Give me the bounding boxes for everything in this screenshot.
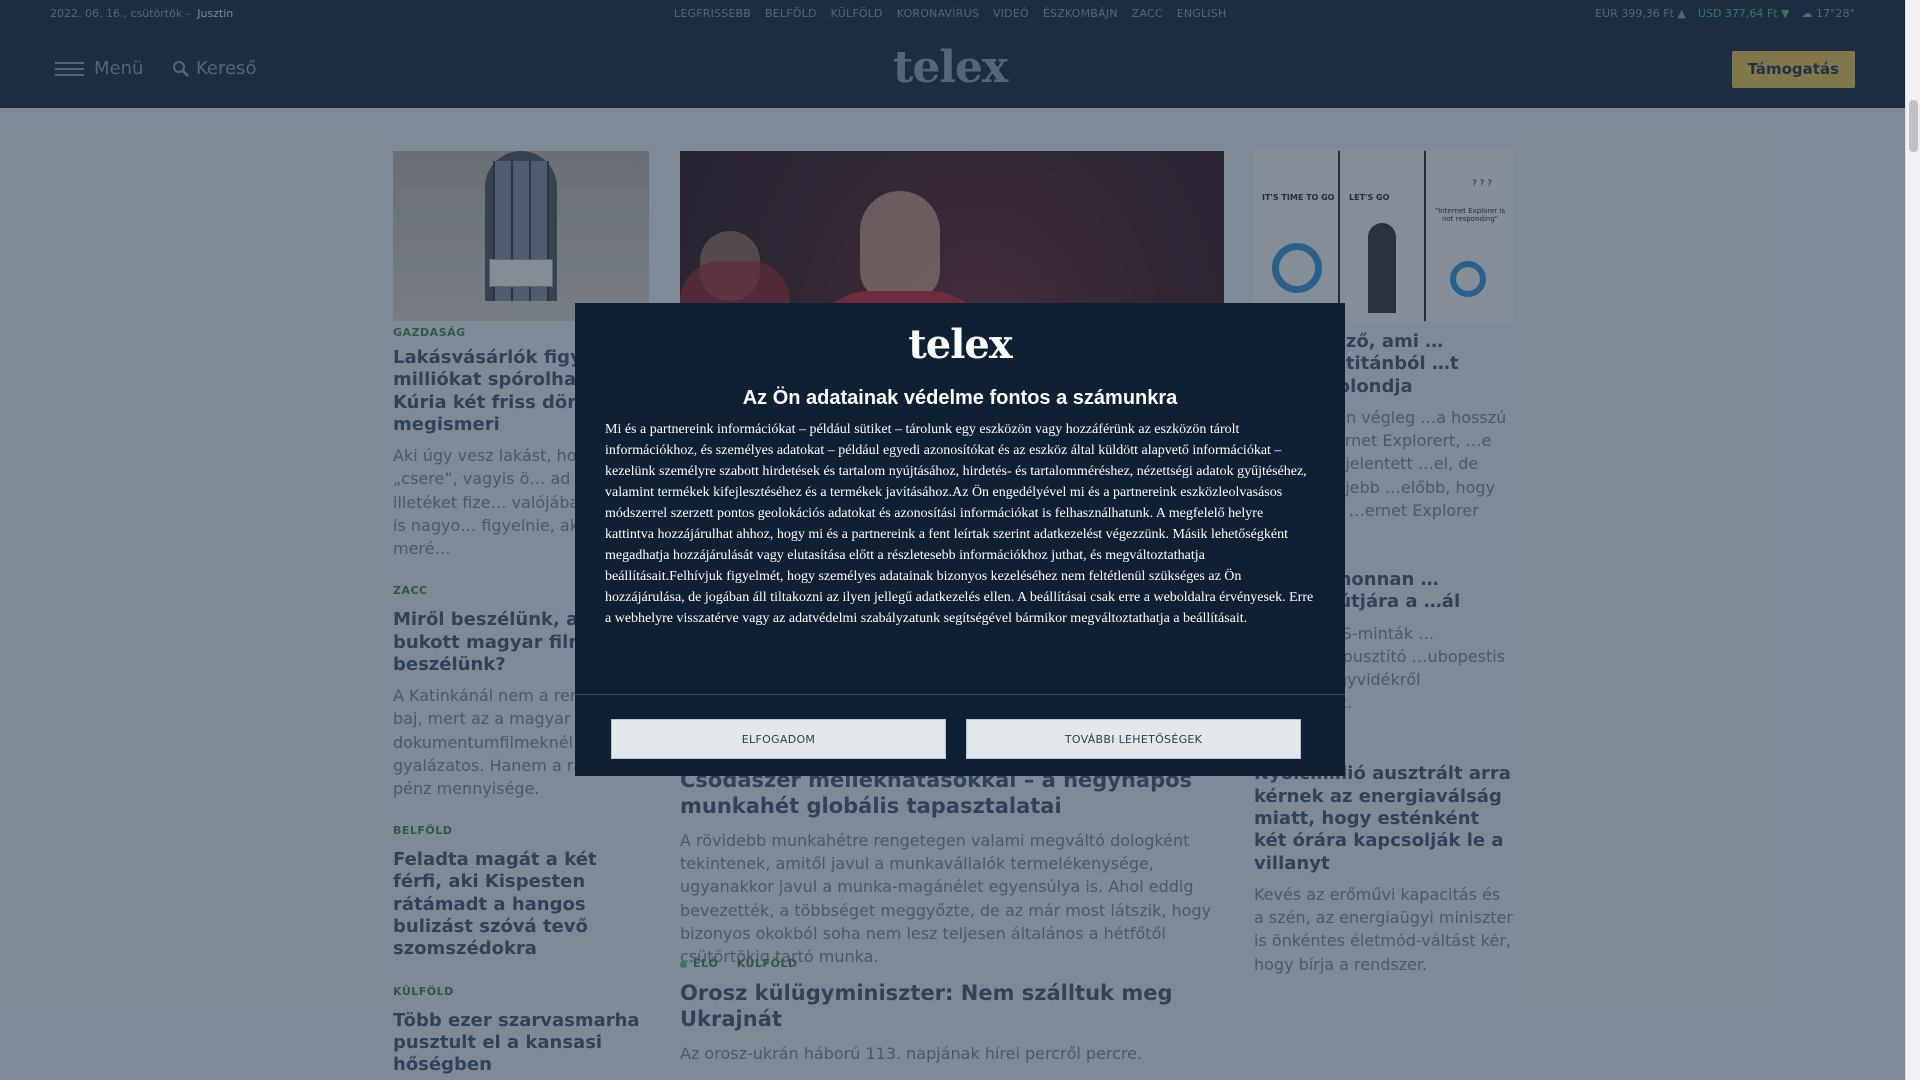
article-card[interactable]: ÉLŐ KÜLFÖLD Orosz külügyminiszter: Nem s… xyxy=(680,957,1224,1065)
article-thumbnail[interactable] xyxy=(393,151,649,321)
live-indicator-icon xyxy=(680,960,687,968)
nav-link-kulfold[interactable]: KÜLFÖLD xyxy=(831,7,883,20)
article-title[interactable]: Feladta magát a két férfi, aki Kispesten… xyxy=(393,849,649,961)
meme-text: IT'S TIME TO GO xyxy=(1262,193,1335,202)
meme-text: LET'S GO xyxy=(1349,193,1390,202)
internet-explorer-icon xyxy=(1272,243,1322,293)
scrollbar-thumb[interactable] xyxy=(1909,100,1918,152)
page-scrollbar[interactable] xyxy=(1905,0,1920,1080)
support-button[interactable]: Támogatás xyxy=(1731,51,1855,88)
article-category[interactable]: GAZDASÁG xyxy=(393,324,470,341)
article-card[interactable]: Csodaszer mellékhatásokkal – a négynapos… xyxy=(680,767,1224,968)
eur-rate: EUR 399,36 Ft ▲ xyxy=(1595,7,1686,20)
site-header: Menü Kereső telex Támogatás xyxy=(0,28,1905,108)
article-lead: Az orosz-ukrán háború 113. napjának híre… xyxy=(680,1044,1143,1064)
modal-heading: Az Ön adatainak védelme fontos a számunk… xyxy=(742,387,1178,409)
search-label: Kereső xyxy=(196,58,257,79)
article-lead: A rövidebb munkahétre rengetegen valami … xyxy=(680,831,1212,966)
date-text: 2022. 06. 16., csütörtök – xyxy=(50,7,192,20)
article-title[interactable]: Orosz külügyminiszter: Nem szálltuk meg … xyxy=(680,980,1224,1032)
article-card[interactable]: KÜLFÖLD Több ezer szarvasmarha pusztult … xyxy=(393,985,649,1077)
article-card[interactable]: BELFÖLD Feladta magát a két férfi, aki K… xyxy=(393,824,649,961)
nameday-text: Jusztin xyxy=(197,7,234,20)
meme-text: "Internet Explorer is not responding" xyxy=(1434,207,1506,223)
article-category[interactable]: KÜLFÖLD xyxy=(393,985,649,998)
article-thumbnail[interactable]: IT'S TIME TO GO LET'S GO ? ? ? "Internet… xyxy=(1254,151,1513,321)
article-lead: Kevés az erőművi kapacitás és a szén, az… xyxy=(1254,885,1513,974)
nav-link-belfold[interactable]: BELFÖLD xyxy=(765,7,817,20)
search-button[interactable]: Kereső xyxy=(172,58,256,79)
search-icon xyxy=(173,60,189,77)
article-category[interactable]: BELFÖLD xyxy=(393,824,649,837)
article-category[interactable]: KÜLFÖLD xyxy=(737,957,798,970)
internet-explorer-icon xyxy=(1450,261,1486,297)
nav-link-legfrissebb[interactable]: LEGFRISSEBB xyxy=(674,7,751,20)
more-options-button[interactable]: TOVÁBBI LEHETŐSÉGEK xyxy=(966,719,1301,759)
modal-body-text: Mi és a partnereink információkat – péld… xyxy=(605,422,1314,626)
modal-logo: telex xyxy=(908,321,1012,368)
article-title[interactable]: Nyolcmillió ausztrált arra kérnek az ene… xyxy=(1254,763,1513,875)
article-category-row: ÉLŐ KÜLFÖLD xyxy=(680,957,1224,970)
top-nav: LEGFRISSEBB BELFÖLD KÜLFÖLD KORONAVÍRUS … xyxy=(674,7,1226,20)
top-bar: 2022. 06. 16., csütörtök – Jusztin LEGFRI… xyxy=(0,0,1905,28)
article-title[interactable]: Több ezer szarvasmarha pusztult el a kan… xyxy=(393,1010,649,1077)
site-logo[interactable]: telex xyxy=(893,42,1008,93)
usd-rate: USD 377,64 Ft ▼ xyxy=(1697,7,1790,20)
date-nameday: 2022. 06. 16., csütörtök – Jusztin xyxy=(50,7,233,20)
nav-link-zacc[interactable]: ZACC xyxy=(1132,7,1163,20)
modal-divider xyxy=(575,694,1345,695)
menu-label: Menü xyxy=(94,58,144,79)
exchange-weather: EUR 399,36 Ft ▲ USD 377,64 Ft ▼ ☁ 17°28° xyxy=(1595,7,1855,20)
meme-text: ? ? ? xyxy=(1472,179,1493,189)
consent-modal: telex Az Ön adatainak védelme fontos a s… xyxy=(575,303,1345,776)
nav-link-koronavirus[interactable]: KORONAVÍRUS xyxy=(897,7,979,20)
nav-link-video[interactable]: VIDEÓ xyxy=(993,7,1029,20)
menu-button[interactable]: Menü xyxy=(55,58,143,79)
hamburger-icon xyxy=(55,61,84,76)
nav-link-english[interactable]: ENGLISH xyxy=(1177,7,1227,20)
weather-widget[interactable]: ☁ 17°28° xyxy=(1802,7,1856,20)
live-badge: ÉLŐ xyxy=(693,957,719,970)
nav-link-eszkombajn[interactable]: ÉSZKOMBÁJN xyxy=(1043,7,1118,20)
accept-button[interactable]: ELFOGADOM xyxy=(611,719,946,759)
